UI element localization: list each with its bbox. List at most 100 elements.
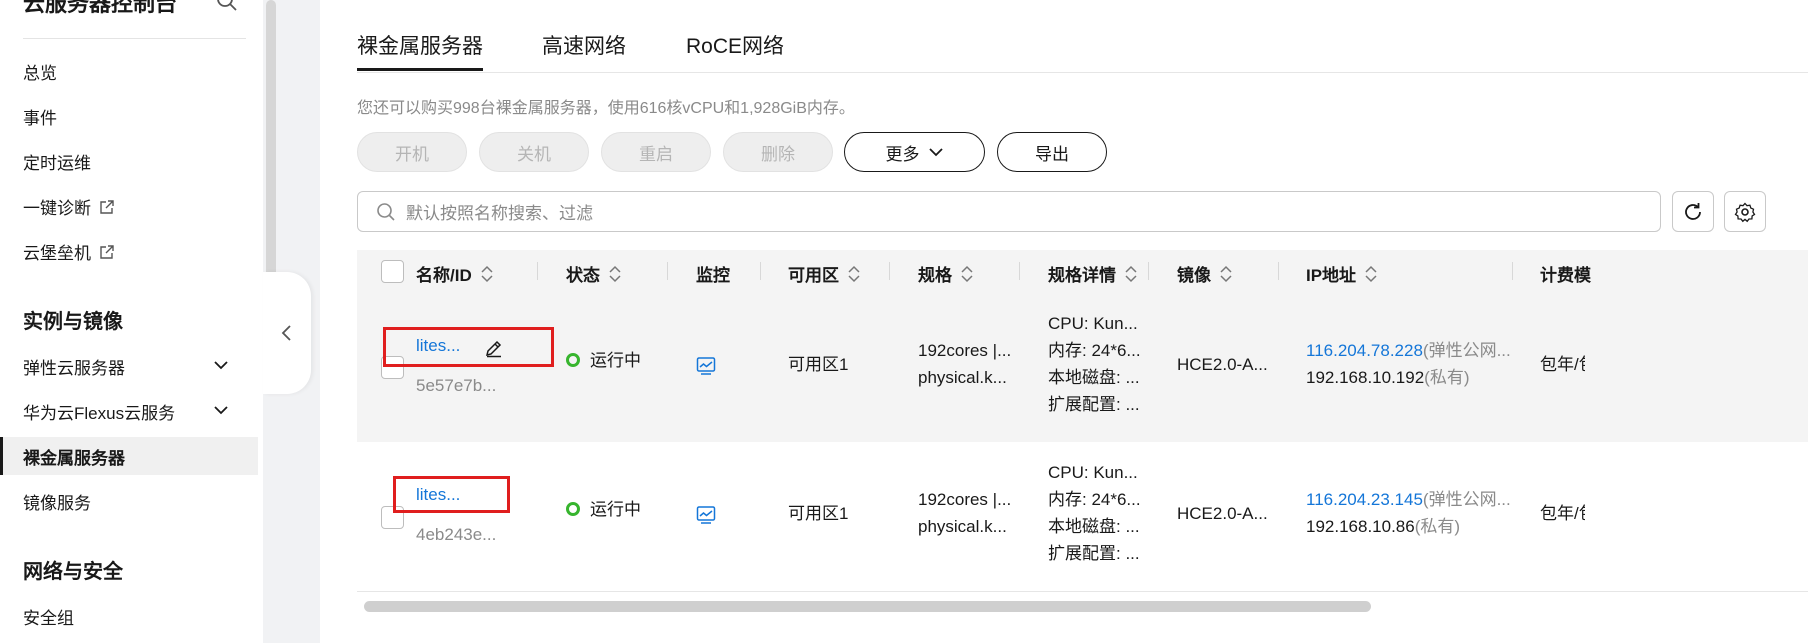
column-header-name[interactable]: 名称/ID	[416, 261, 494, 286]
sort-icon[interactable]	[1124, 264, 1138, 284]
select-all-checkbox[interactable]	[381, 260, 404, 283]
instance-name-link[interactable]: lites...	[416, 481, 460, 508]
sidebar: 云服务器控制台 总览 事件 定时运维 一键诊断 云堡垒机 实例与镜像 弹性云服务…	[0, 0, 263, 643]
sort-icon[interactable]	[847, 264, 861, 284]
sidebar-item-label: 总览	[23, 64, 57, 83]
spec-detail-extension: 扩展配置: ...	[1048, 544, 1140, 563]
private-ip-suffix: (私有)	[1414, 517, 1461, 536]
start-button[interactable]: 开机	[357, 132, 467, 172]
sidebar-item-label: 华为云Flexus云服务	[23, 404, 176, 423]
more-button[interactable]: 更多	[844, 132, 985, 172]
column-header-ip[interactable]: IP地址	[1306, 261, 1378, 286]
sort-icon[interactable]	[608, 264, 622, 284]
instance-id: 4eb243e...	[416, 525, 497, 544]
instance-id: 5e57e7b...	[416, 376, 497, 395]
public-ip-link[interactable]: 116.204.78.228	[1306, 341, 1423, 360]
monitor-chart-icon[interactable]	[696, 356, 716, 376]
column-header-az[interactable]: 可用区	[788, 261, 861, 286]
chevron-down-icon[interactable]	[212, 401, 230, 419]
sidebar-item-events[interactable]: 事件	[23, 104, 57, 129]
refresh-button[interactable]	[1672, 191, 1714, 232]
column-header-label: 名称/ID	[416, 266, 472, 285]
external-link-icon	[100, 199, 114, 214]
public-ip-suffix: (弹性公网...	[1422, 341, 1511, 360]
column-header-label: 状态	[566, 266, 600, 285]
sort-icon[interactable]	[480, 264, 494, 284]
column-header-label: 镜像	[1177, 266, 1211, 285]
image-cell: HCE2.0-A...	[1177, 355, 1268, 374]
active-tab-underline	[357, 68, 483, 71]
search-icon	[377, 202, 395, 221]
export-button[interactable]: 导出	[997, 132, 1107, 172]
collapse-sidebar-button[interactable]	[263, 272, 311, 394]
tab-roce-network[interactable]: RoCE网络	[686, 30, 784, 60]
sidebar-item-scheduled-ops[interactable]: 定时运维	[23, 149, 91, 174]
column-header-spec-detail[interactable]: 规格详情	[1048, 261, 1138, 286]
sidebar-item-security-group[interactable]: 安全组	[23, 604, 74, 629]
table-horizontal-scrollbar[interactable]	[364, 601, 1371, 612]
status-text: 运行中	[590, 351, 641, 370]
private-ip: 192.168.10.192	[1306, 368, 1425, 387]
column-separator	[1278, 262, 1279, 280]
sidebar-item-bms[interactable]: 裸金属服务器	[23, 444, 125, 469]
section-network-security: 网络与安全	[23, 561, 123, 583]
settings-button[interactable]	[1724, 191, 1766, 232]
search-placeholder: 默认按照名称搜索、过滤	[406, 204, 593, 223]
sidebar-item-ecs[interactable]: 弹性云服务器	[23, 354, 125, 379]
instance-name-link[interactable]: lites...	[416, 332, 460, 359]
sort-icon[interactable]	[960, 264, 974, 284]
sidebar-item-diagnosis[interactable]: 一键诊断	[23, 194, 115, 219]
sidebar-item-label: 弹性云服务器	[23, 359, 125, 378]
sidebar-scrollbar[interactable]	[266, 0, 276, 306]
gear-icon	[1734, 202, 1756, 222]
search-icon[interactable]	[216, 0, 238, 12]
chevron-down-icon[interactable]	[212, 356, 230, 374]
refresh-icon	[1685, 202, 1701, 220]
ip-public: 116.204.78.228(弹性公网...	[1306, 337, 1511, 364]
column-header-image[interactable]: 镜像	[1177, 261, 1233, 286]
spec-line: 192cores |...	[918, 341, 1012, 360]
status-text: 运行中	[590, 500, 641, 519]
ip-private: 192.168.10.192(私有)	[1306, 364, 1470, 391]
sidebar-item-flexus[interactable]: 华为云Flexus云服务	[23, 399, 175, 424]
monitor-chart-icon[interactable]	[696, 505, 716, 525]
spec-line: physical.k...	[918, 517, 1007, 536]
column-header-billing: 计费模	[1540, 261, 1591, 286]
running-status-icon	[566, 353, 580, 367]
sidebar-item-overview[interactable]: 总览	[23, 59, 57, 84]
search-input[interactable]: 默认按照名称搜索、过滤	[357, 191, 1661, 232]
ip-public: 116.204.23.145(弹性公网...	[1306, 486, 1511, 513]
public-ip-link[interactable]: 116.204.23.145	[1306, 490, 1423, 509]
spec-detail-cpu: CPU: Kun...	[1048, 314, 1138, 333]
column-header-spec[interactable]: 规格	[918, 261, 974, 286]
tab-high-speed-network[interactable]: 高速网络	[542, 30, 626, 60]
spec-line: physical.k...	[918, 368, 1007, 387]
spec-detail-disk: 本地磁盘: ...	[1048, 517, 1140, 536]
status-cell: 运行中	[566, 496, 641, 523]
spec-detail-cpu: CPU: Kun...	[1048, 463, 1138, 482]
sort-icon[interactable]	[1364, 264, 1378, 284]
column-header-label: 规格详情	[1048, 266, 1116, 285]
column-header-label: 监控	[696, 266, 730, 285]
tab-bms[interactable]: 裸金属服务器	[357, 30, 483, 60]
sidebar-item-label: 裸金属服务器	[23, 449, 125, 468]
sidebar-item-bastion[interactable]: 云堡垒机	[23, 239, 115, 264]
stop-button[interactable]: 关机	[479, 132, 589, 172]
sidebar-item-label: 镜像服务	[23, 494, 91, 513]
external-link-icon	[100, 244, 114, 259]
more-button-label: 更多	[885, 144, 920, 164]
restart-button[interactable]: 重启	[601, 132, 711, 172]
delete-button[interactable]: 删除	[723, 132, 833, 172]
column-header-status[interactable]: 状态	[566, 261, 622, 286]
sort-icon[interactable]	[1219, 264, 1233, 284]
sidebar-item-images[interactable]: 镜像服务	[23, 489, 91, 514]
status-cell: 运行中	[566, 347, 641, 374]
section-instances-images: 实例与镜像	[23, 311, 123, 333]
edit-icon[interactable]	[484, 338, 504, 358]
table-row: lites... 4eb243e... 运行中 可用区1 192cores |.…	[357, 442, 1808, 592]
spec-detail-memory: 内存: 24*6...	[1048, 341, 1141, 360]
column-separator	[760, 262, 761, 280]
column-separator	[667, 262, 668, 280]
private-ip: 192.168.10.86	[1306, 517, 1415, 536]
image-cell: HCE2.0-A...	[1177, 504, 1268, 523]
